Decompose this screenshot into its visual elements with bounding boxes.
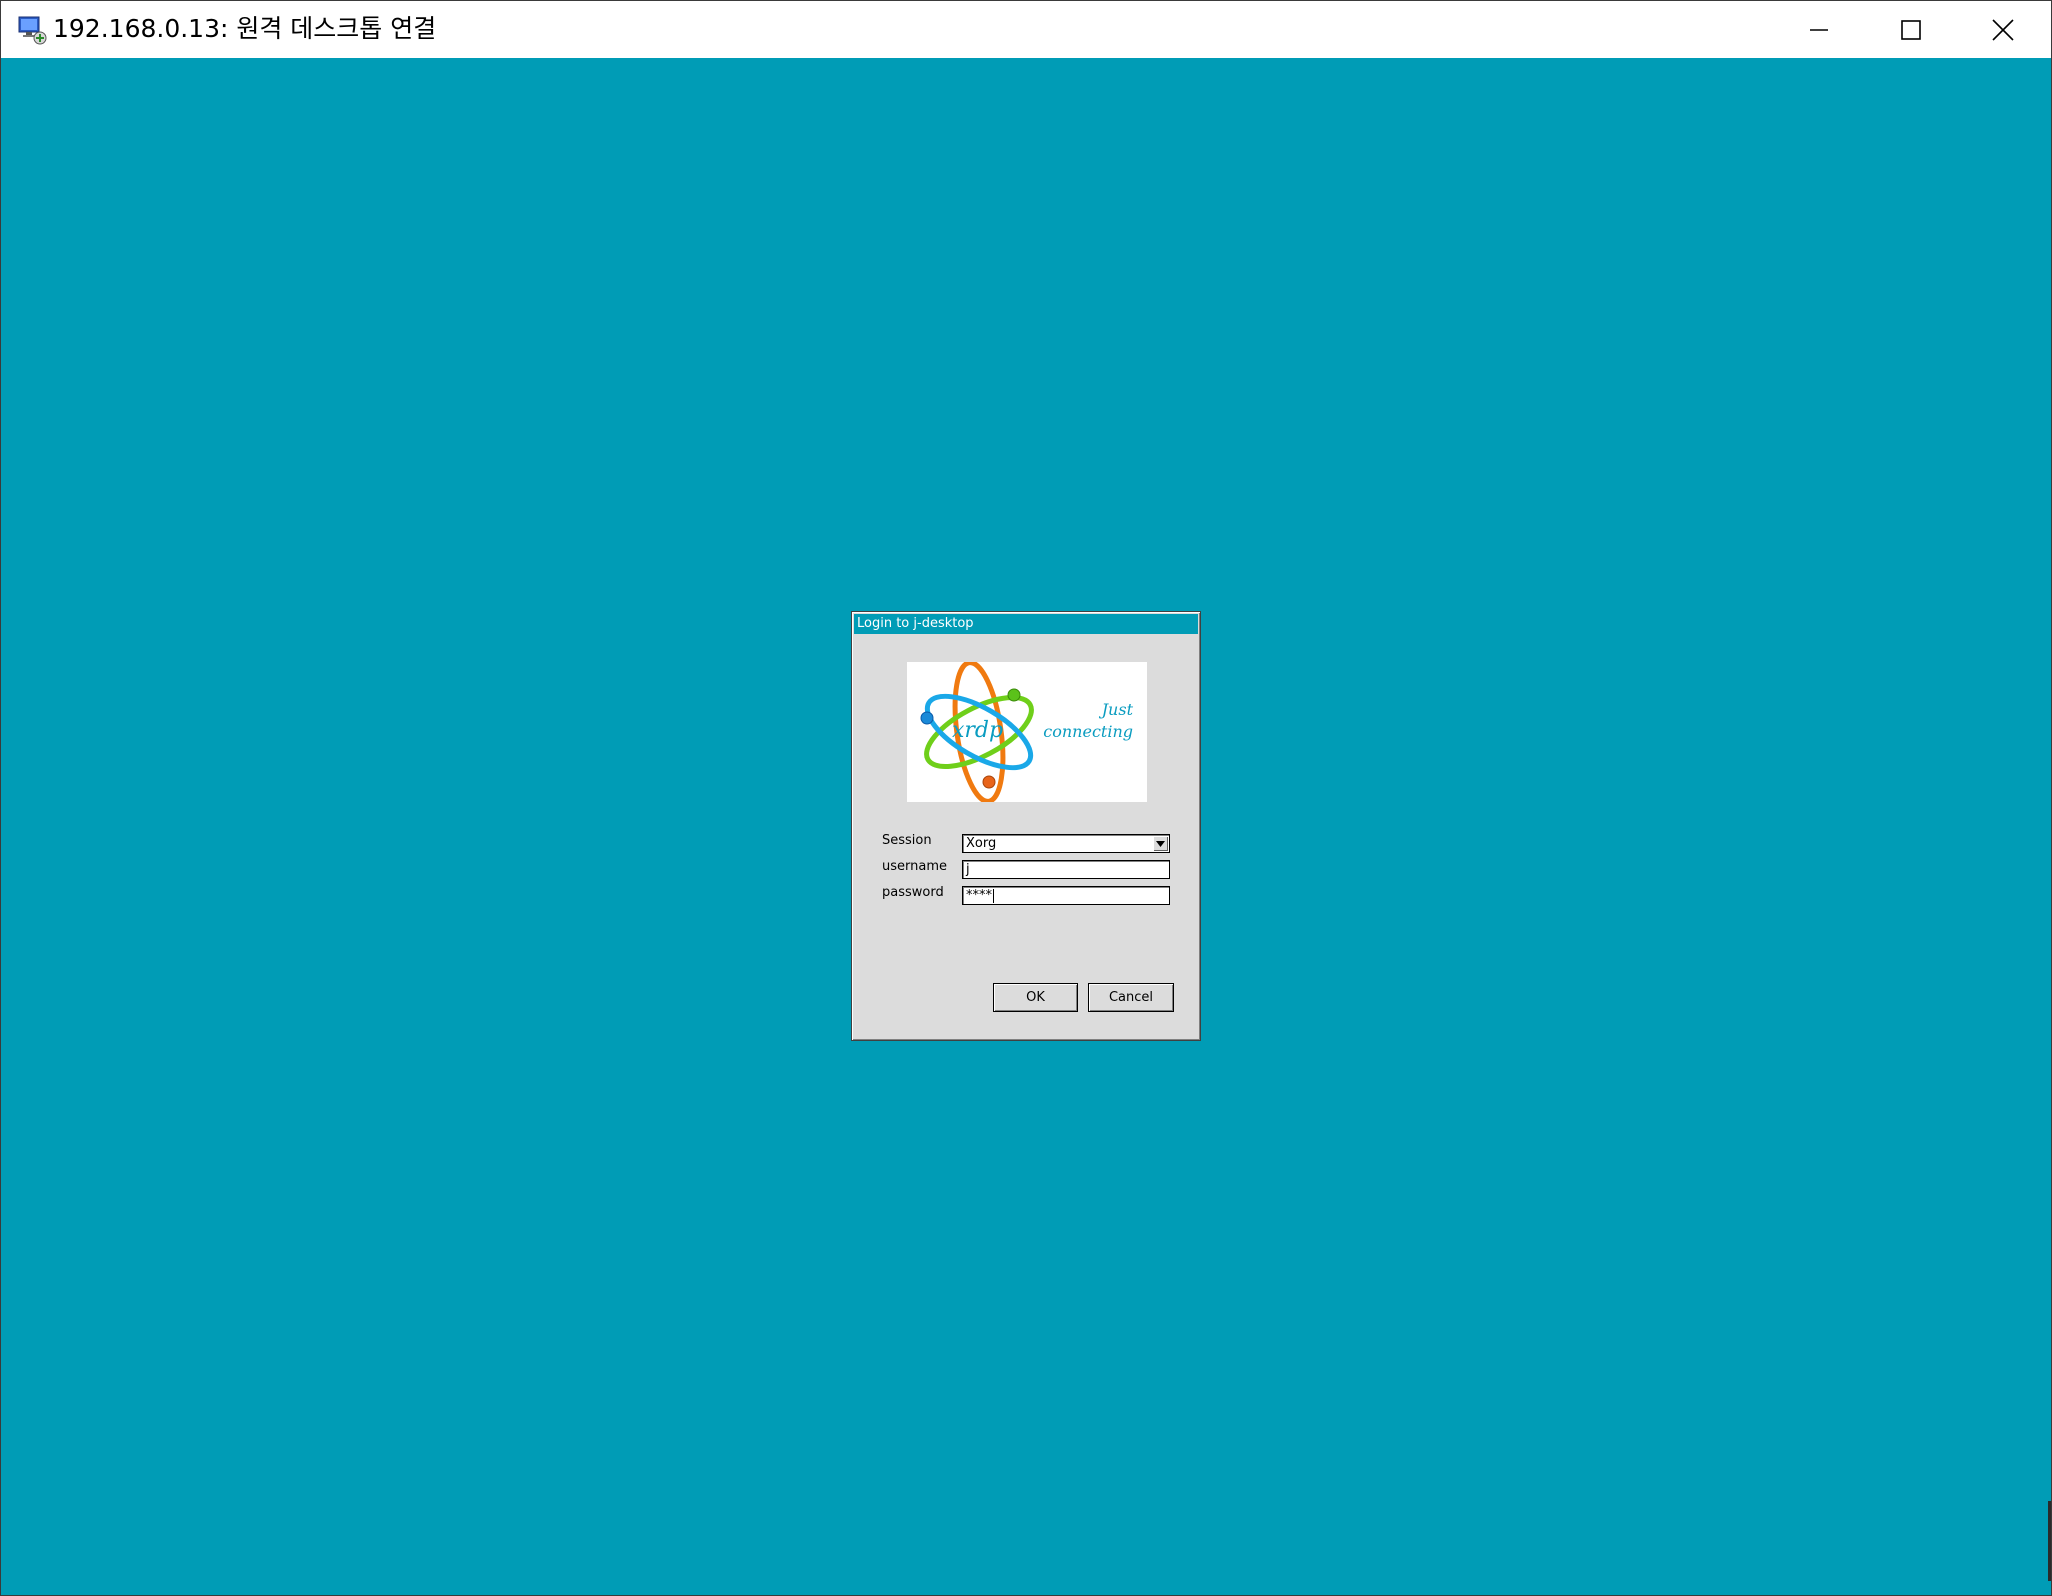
password-input[interactable]: **** xyxy=(962,886,1170,905)
password-value: **** xyxy=(966,888,992,903)
session-select[interactable]: Xorg xyxy=(962,834,1170,853)
close-button[interactable] xyxy=(1957,1,2049,58)
logo-xrdp-text: xrdp xyxy=(952,718,1004,743)
username-input[interactable]: j xyxy=(962,860,1170,879)
dialog-title: Login to j-desktop xyxy=(854,614,1198,634)
session-label: Session xyxy=(882,833,932,848)
password-label: password xyxy=(882,885,944,900)
title-bar[interactable]: 192.168.0.13: 원격 데스크톱 연결 xyxy=(1,1,2051,58)
xrdp-logo: xrdp Just connecting xyxy=(907,662,1147,802)
rdp-window: 192.168.0.13: 원격 데스크톱 연결 Login to j-desk… xyxy=(0,0,2052,1596)
window-title: 192.168.0.13: 원격 데스크톱 연결 xyxy=(53,14,437,43)
minimize-icon xyxy=(1810,28,1828,31)
remote-desktop-icon xyxy=(17,15,49,45)
minimize-button[interactable] xyxy=(1773,1,1865,58)
close-icon xyxy=(1992,18,2014,41)
maximize-icon xyxy=(1901,19,1921,40)
ok-button[interactable]: OK xyxy=(993,983,1078,1012)
text-caret xyxy=(993,888,994,903)
logo-tagline-connecting: connecting xyxy=(1043,722,1133,741)
dropdown-arrow-icon[interactable] xyxy=(1153,836,1168,851)
login-dialog: Login to j-desktop xrdp Just connecting … xyxy=(851,611,1201,1041)
username-label: username xyxy=(882,859,947,874)
logo-tagline-just: Just xyxy=(1101,700,1133,719)
session-value: Xorg xyxy=(966,836,997,851)
maximize-button[interactable] xyxy=(1865,1,1957,58)
window-edge-mark xyxy=(2048,1501,2051,1581)
cancel-button[interactable]: Cancel xyxy=(1088,983,1174,1012)
username-value: j xyxy=(966,862,970,877)
